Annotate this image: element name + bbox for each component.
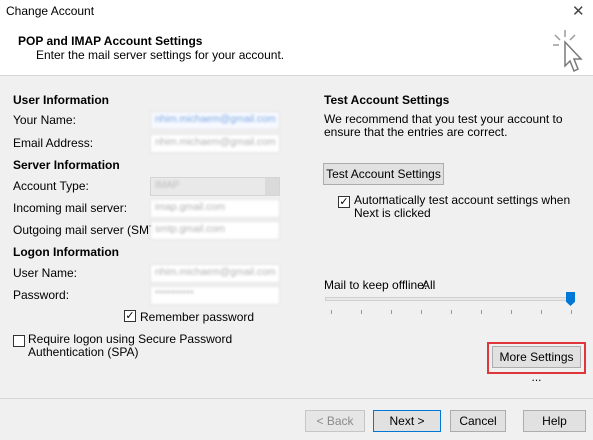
password-label: Password: <box>13 288 70 302</box>
incoming-server-label: Incoming mail server: <box>13 201 128 215</box>
server-info-heading: Server Information <box>13 158 120 172</box>
test-settings-heading: Test Account Settings <box>324 93 450 107</box>
your-name-input[interactable]: nhim.michaem@gmail.com <box>150 111 280 130</box>
close-icon[interactable]: ✕ <box>572 2 585 20</box>
outgoing-server-label: Outgoing mail server (SMTP): <box>13 223 172 237</box>
cancel-button[interactable]: Cancel <box>450 410 506 432</box>
auto-test-checkbox[interactable]: ✓ <box>338 196 350 208</box>
password-input[interactable]: ********** <box>150 286 280 305</box>
chevron-down-icon <box>265 178 279 195</box>
username-input[interactable]: nhim.michaem@gmail.com <box>150 264 280 283</box>
slider-tick <box>391 310 392 314</box>
remember-password-checkbox[interactable]: ✓ <box>124 310 136 322</box>
offline-slider-track[interactable] <box>325 297 575 301</box>
offline-label: Mail to keep offline: <box>324 278 428 292</box>
email-label: Email Address: <box>13 136 94 150</box>
help-button[interactable]: Help <box>523 410 586 432</box>
header-title: POP and IMAP Account Settings <box>18 34 203 48</box>
slider-tick <box>571 310 572 314</box>
header-subtitle: Enter the mail server settings for your … <box>36 48 285 62</box>
email-input[interactable]: nhim.michaem@gmail.com <box>150 134 280 153</box>
spa-label: Require logon using Secure Password Auth… <box>28 332 233 359</box>
slider-tick <box>331 310 332 314</box>
outgoing-server-input[interactable]: smtp.gmail.com <box>150 221 280 240</box>
auto-test-label: Automatically test account settings when… <box>354 193 571 220</box>
slider-tick <box>361 310 362 314</box>
back-button[interactable]: < Back <box>305 410 365 432</box>
cursor-click-icon <box>553 30 583 73</box>
next-button[interactable]: Next > <box>373 410 441 432</box>
account-type-select: IMAP <box>150 177 280 196</box>
spa-checkbox[interactable] <box>13 335 25 347</box>
account-type-value: IMAP <box>155 180 180 191</box>
remember-password-label: Remember password <box>140 310 255 324</box>
account-type-label: Account Type: <box>13 179 89 193</box>
slider-tick <box>481 310 482 314</box>
username-label: User Name: <box>13 266 78 280</box>
slider-tick <box>451 310 452 314</box>
more-settings-button[interactable]: More Settings ... <box>492 346 581 384</box>
window-title: Change Account <box>6 4 95 18</box>
test-account-settings-button[interactable]: Test Account Settings ... <box>323 163 444 201</box>
logon-info-heading: Logon Information <box>13 245 119 259</box>
your-name-label: Your Name: <box>13 113 76 127</box>
slider-tick <box>541 310 542 314</box>
offline-value: All <box>422 278 436 292</box>
slider-tick <box>511 310 512 314</box>
offline-slider-thumb[interactable] <box>566 292 575 306</box>
user-info-heading: User Information <box>13 93 110 107</box>
slider-tick <box>421 310 422 314</box>
test-settings-description: We recommend that you test your account … <box>324 112 563 139</box>
incoming-server-input[interactable]: imap.gmail.com <box>150 199 280 218</box>
